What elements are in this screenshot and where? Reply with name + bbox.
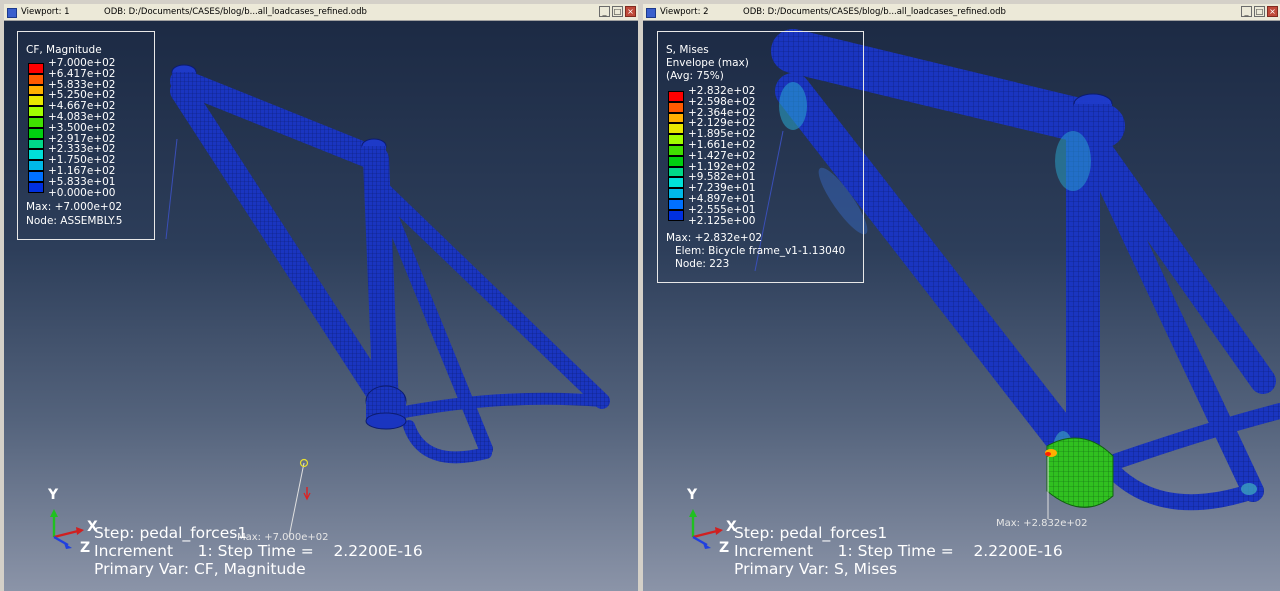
legend-color-swatch (668, 166, 684, 178)
viewport-icon (7, 8, 17, 18)
legend-subtitle-avg: (Avg: 75%) (666, 70, 724, 82)
legend-value: +2.125e+00 (688, 214, 756, 227)
legend-max: Max: +7.000e+02 (26, 201, 123, 213)
legend-color-swatch (668, 101, 684, 113)
legend-color-swatch (668, 144, 684, 156)
legend-value: +2.555e+01 (688, 203, 756, 216)
viewport-icon (646, 8, 656, 18)
legend-color-bar (28, 63, 44, 193)
close-button[interactable]: × (625, 6, 636, 17)
viewport-title: Viewport: 2 (660, 7, 709, 17)
viewport-title: Viewport: 1 (21, 7, 70, 17)
triad-z-label: Z (719, 540, 729, 555)
legend-color-swatch (668, 177, 684, 189)
legend-value: +6.417e+02 (48, 67, 116, 80)
viewport-1-titlebar[interactable]: Viewport: 1 ODB: D:/Documents/CASES/blog… (4, 4, 638, 21)
legend-color-swatch (668, 91, 684, 102)
legend-color-swatch (668, 209, 684, 221)
coordinate-triad: Y X Z (686, 487, 737, 555)
increment-label: Increment 1: Step Time = 2.2200E-16 (734, 542, 1063, 560)
increment-label: Increment 1: Step Time = 2.2200E-16 (94, 542, 423, 560)
triad-z-label: Z (80, 540, 90, 555)
step-label: Step: pedal_forces1 (94, 524, 248, 542)
restore-button[interactable]: □ (1254, 6, 1265, 17)
triad-y-label: Y (686, 487, 698, 503)
legend-color-swatch (28, 95, 44, 107)
viewport-2-canvas[interactable]: S, Mises Envelope (max) (Avg: 75%) +2.83… (643, 21, 1280, 591)
viewport-1-canvas[interactable]: CF, Magnitude +7.000e+02 +6.417e+02 +5.833… (4, 21, 638, 591)
legend-title: S, Mises (666, 44, 709, 56)
step-info: Step: pedal_forces1 Increment 1: Step Ti… (734, 524, 1063, 578)
triad-y-label: Y (47, 487, 59, 503)
minimize-button[interactable]: _ (599, 6, 610, 17)
legend-color-swatch (28, 106, 44, 117)
legend-color-swatch (28, 160, 44, 171)
minimize-button[interactable]: _ (1241, 6, 1252, 17)
primary-var-label: Primary Var: S, Mises (734, 560, 898, 578)
legend-value: +3.500e+02 (48, 121, 116, 134)
viewport-2-titlebar[interactable]: Viewport: 2 ODB: D:/Documents/CASES/blog… (643, 4, 1280, 21)
legend-color-swatch (668, 188, 684, 199)
legend-color-swatch (668, 155, 684, 167)
legend-color-swatch (668, 123, 684, 135)
viewport-1[interactable]: Viewport: 1 ODB: D:/Documents/CASES/blog… (4, 4, 638, 591)
legend-elem: Elem: Bicycle frame_v1-1.13040 (675, 245, 846, 257)
legend-color-bar (668, 91, 684, 221)
legend-node: Node: 223 (675, 258, 730, 270)
legend-color-swatch (28, 63, 44, 74)
legend-color-swatch (668, 134, 684, 145)
legend-color-swatch (668, 198, 684, 210)
step-info: Step: pedal_forces1 Increment 1: Step Ti… (94, 524, 423, 578)
legend-values: +7.000e+02 +6.417e+02 +5.833e+02 +5.250e+02… (48, 58, 115, 198)
odb-path: ODB: D:/Documents/CASES/blog/b...all_loa… (743, 7, 1006, 17)
legend-max: Max: +2.832e+02 (666, 232, 763, 244)
legend-values: +2.832e+02 +2.598e+02 +2.364e+02 +2.129e+02… (688, 86, 755, 226)
legend-color-swatch (28, 181, 44, 193)
legend-color-swatch (28, 138, 44, 150)
primary-var-label: Primary Var: CF, Magnitude (94, 560, 306, 578)
legend-color-swatch (28, 116, 44, 128)
restore-button[interactable]: □ (612, 6, 623, 17)
legend-color-swatch (668, 112, 684, 124)
legend-value: +1.427e+02 (688, 149, 756, 162)
legend-color-swatch (28, 170, 44, 182)
legend-value: +2.598e+02 (688, 95, 756, 108)
coordinate-triad: Y X Z (47, 487, 98, 555)
legend-subtitle-envelope: Envelope (max) (666, 57, 749, 69)
step-label: Step: pedal_forces1 (734, 524, 888, 542)
legend-node: Node: ASSEMBLY.5 (26, 215, 123, 227)
legend-color-swatch (28, 149, 44, 161)
legend-color-swatch (28, 73, 44, 85)
legend-color-swatch (28, 84, 44, 96)
legend-value: +0.000e+00 (48, 186, 116, 199)
viewport-2[interactable]: Viewport: 2 ODB: D:/Documents/CASES/blog… (643, 4, 1280, 591)
close-button[interactable]: × (1267, 6, 1278, 17)
mises-legend: S, Mises Envelope (max) (Avg: 75%) +2.83… (657, 31, 864, 283)
odb-path: ODB: D:/Documents/CASES/blog/b...all_loa… (104, 7, 367, 17)
legend-value: +5.833e+01 (48, 175, 116, 188)
legend-title: CF, Magnitude (26, 44, 102, 56)
cf-legend: CF, Magnitude +7.000e+02 +6.417e+02 +5.833… (17, 31, 155, 240)
legend-color-swatch (28, 127, 44, 139)
